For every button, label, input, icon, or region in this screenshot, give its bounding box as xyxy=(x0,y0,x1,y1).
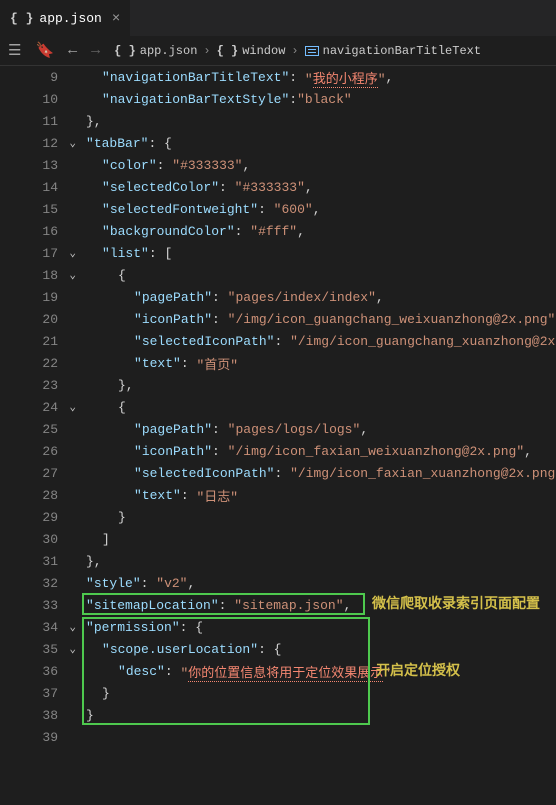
tab-filename: app.json xyxy=(39,11,101,26)
bookmark-icon[interactable]: 🔖 xyxy=(35,41,54,60)
breadcrumb-file: app.json xyxy=(140,44,198,58)
tab-bar: { } app.json × xyxy=(0,0,556,36)
fold-icon[interactable]: ⌄ xyxy=(69,246,76,260)
editor-toolbar: ☰ 🔖 ← → { }app.json › { }window › naviga… xyxy=(0,36,556,66)
annotation-permission: 开启定位授权 xyxy=(376,660,460,680)
code-content[interactable]: "navigationBarTitleText": "我的小程序", "navi… xyxy=(78,66,556,805)
object-icon: { } xyxy=(217,44,239,58)
close-icon[interactable]: × xyxy=(112,11,120,27)
breadcrumb-section: window xyxy=(242,44,285,58)
back-icon[interactable]: ← xyxy=(68,42,77,59)
fold-icon[interactable]: ⌄ xyxy=(69,136,76,150)
fold-icon[interactable]: ⌄ xyxy=(69,620,76,634)
json-file-icon: { } xyxy=(10,11,33,26)
line-gutter: 9 10 11 12⌄ 13 14 15 16 17⌄ 18⌄ 19 20 21… xyxy=(0,66,78,805)
fold-icon[interactable]: ⌄ xyxy=(69,400,76,414)
tab-app-json[interactable]: { } app.json × xyxy=(0,0,130,36)
chevron-right-icon: › xyxy=(203,44,210,58)
json-file-icon: { } xyxy=(114,44,136,58)
annotation-sitemap: 微信爬取收录索引页面配置 xyxy=(372,593,540,613)
fold-icon[interactable]: ⌄ xyxy=(69,268,76,282)
fold-icon[interactable]: ⌄ xyxy=(69,642,76,656)
breadcrumb-key: navigationBarTitleText xyxy=(323,44,481,58)
code-editor[interactable]: 9 10 11 12⌄ 13 14 15 16 17⌄ 18⌄ 19 20 21… xyxy=(0,66,556,805)
chevron-right-icon: › xyxy=(291,44,298,58)
list-icon[interactable]: ☰ xyxy=(8,41,21,60)
key-icon xyxy=(305,46,319,56)
forward-icon[interactable]: → xyxy=(91,42,100,59)
breadcrumb[interactable]: { }app.json › { }window › navigationBarT… xyxy=(114,44,481,58)
